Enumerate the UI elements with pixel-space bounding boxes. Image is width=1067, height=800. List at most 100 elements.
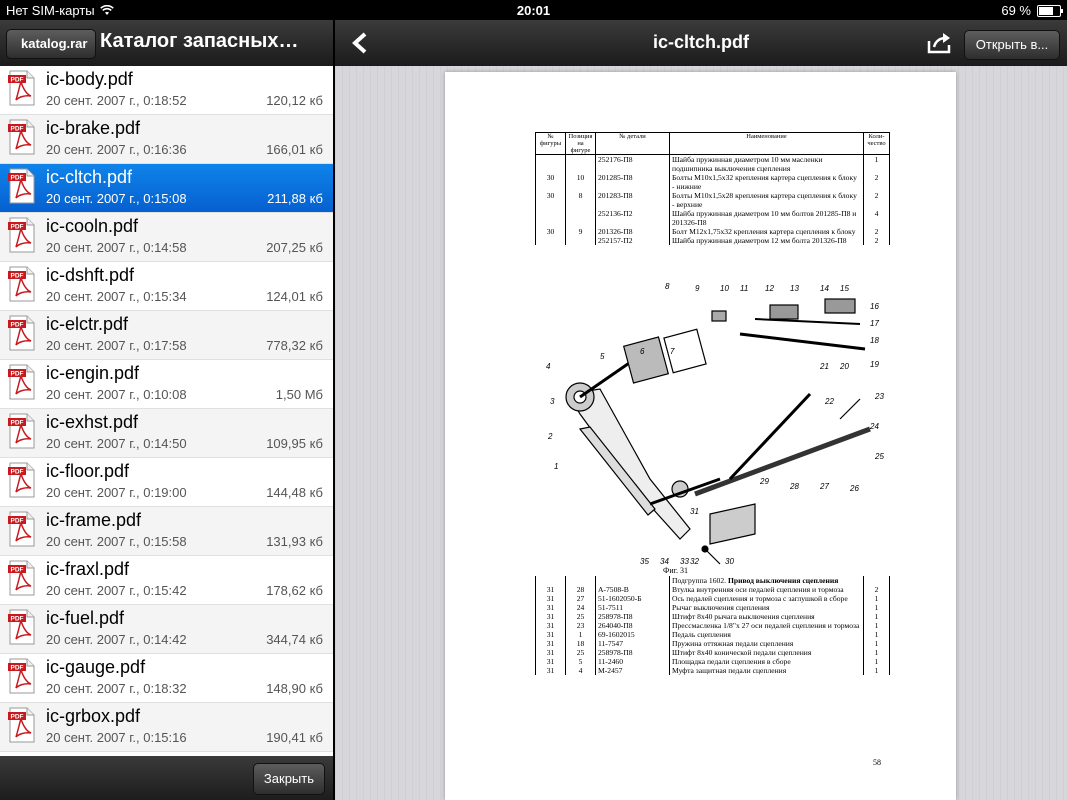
table-row: 31 25 258978-П8 Штифт 8х40 рычага выключени…	[535, 612, 890, 621]
table-cell: 258978-П8	[595, 648, 670, 657]
figure-callout-number: 7	[670, 347, 675, 356]
file-row[interactable]: PDF ic-frame.pdf 20 сент. 2007 г., 0:15:58…	[0, 507, 333, 556]
file-row[interactable]: PDF ic-gauge.pdf 20 сент. 2007 г., 0:18:32…	[0, 654, 333, 703]
figure-callout-number: 33	[680, 557, 689, 566]
clock: 20:01	[516, 3, 551, 18]
table-cell: 31	[535, 639, 566, 648]
file-date: 20 сент. 2007 г., 0:15:34	[46, 289, 187, 304]
table-cell: 4	[863, 209, 890, 227]
file-row[interactable]: PDF ic-exhst.pdf 20 сент. 2007 г., 0:14:50…	[0, 409, 333, 458]
table-cell: 2	[863, 191, 890, 209]
pdf-page[interactable]: № фигуры Позиция на фигуре № детали Наимено…	[445, 72, 956, 800]
file-size: 207,25 кб	[266, 240, 323, 255]
figure-callout-number: 22	[824, 397, 834, 406]
table-cell: 1	[863, 603, 890, 612]
file-size: 124,01 кб	[266, 289, 323, 304]
figure-callout-number: 13	[790, 284, 799, 293]
table-cell: 31	[535, 657, 566, 666]
table-cell: 2	[863, 173, 890, 191]
parts-table-top: № фигуры Позиция на фигуре № детали Наимено…	[535, 132, 890, 245]
file-name: ic-fraxl.pdf	[46, 559, 130, 579]
table-cell: Штифт 8х40 конической педали сцепления	[669, 648, 864, 657]
table-header-cell: Коли-чество	[863, 132, 890, 155]
table-cell: 4	[565, 666, 596, 675]
file-row[interactable]: PDF ic-dshft.pdf 20 сент. 2007 г., 0:15:34…	[0, 262, 333, 311]
document-title: ic-cltch.pdf	[652, 32, 749, 52]
table-cell: 1	[863, 630, 890, 639]
figure-callout-number: 1	[554, 462, 558, 471]
table-cell: Пружина оттяжная педали сцепления	[669, 639, 864, 648]
table-cell: 264040-П8	[595, 621, 670, 630]
figure-callout-number: 29	[759, 477, 769, 486]
file-size: 778,32 кб	[266, 338, 323, 353]
file-name: ic-engin.pdf	[46, 363, 140, 383]
back-button[interactable]: katalog.rar	[6, 29, 97, 59]
file-row[interactable]: PDF ic-fraxl.pdf 20 сент. 2007 г., 0:15:42…	[0, 556, 333, 605]
table-cell: Площадка педали сцепления в сборе	[669, 657, 864, 666]
table-cell	[535, 154, 566, 173]
pdf-file-icon: PDF	[8, 511, 35, 547]
file-row[interactable]: PDF ic-elctr.pdf 20 сент. 2007 г., 0:17:58…	[0, 311, 333, 360]
figure-callout-number: 21	[819, 362, 829, 371]
file-size: 166,01 кб	[266, 142, 323, 157]
table-cell: М-2457	[595, 666, 670, 675]
figure-callout-number: 31	[690, 507, 699, 516]
table-row: 252136-П2 Шайба пружинная диаметром 10 мм…	[535, 209, 890, 227]
file-row[interactable]: PDF ic-grbox.pdf 20 сент. 2007 г., 0:15:16…	[0, 703, 333, 752]
table-cell: 25	[565, 612, 596, 621]
table-cell: 51-1602050-Б	[595, 594, 670, 603]
figure-callout-number: 16	[870, 302, 879, 311]
file-date: 20 сент. 2007 г., 0:10:08	[46, 387, 187, 402]
table-cell: 30	[535, 227, 566, 236]
figure-callout-number: 30	[725, 557, 734, 566]
file-row[interactable]: PDF ic-floor.pdf 20 сент. 2007 г., 0:19:00…	[0, 458, 333, 507]
table-cell: Болты М10х1,5х32 крепления картера сцепл…	[669, 173, 864, 191]
figure-callout-number: 3	[550, 397, 555, 406]
table-cell: 201285-П8	[595, 173, 670, 191]
table-cell: 8	[565, 191, 596, 209]
table-cell: 1	[863, 648, 890, 657]
table-cell: 1	[863, 639, 890, 648]
table-cell: 10	[565, 173, 596, 191]
file-row[interactable]: PDF ic-engin.pdf 20 сент. 2007 г., 0:10:08…	[0, 360, 333, 409]
figure-callout-number: 23	[874, 392, 884, 401]
file-row[interactable]: PDF ic-fuel.pdf 20 сент. 2007 г., 0:14:42 3…	[0, 605, 333, 654]
table-cell: Педаль сцепления	[669, 630, 864, 639]
table-cell: 31	[535, 666, 566, 675]
file-size: 109,95 кб	[266, 436, 323, 451]
file-date: 20 сент. 2007 г., 0:15:16	[46, 730, 187, 745]
left-navigation-bar: katalog.rar Каталог запасных…	[0, 20, 333, 66]
figure-callout-number: 17	[870, 319, 879, 328]
close-button[interactable]: Закрыть	[252, 763, 325, 795]
file-row[interactable]: PDF ic-cltch.pdf 20 сент. 2007 г., 0:15:08…	[0, 164, 333, 213]
table-cell: 23	[565, 621, 596, 630]
table-row: 31 28 А-7508-В Втулка внутренняя оси педале…	[535, 585, 890, 594]
file-name: ic-fuel.pdf	[46, 608, 125, 628]
file-size: 1,50 Мб	[275, 387, 323, 402]
table-header-cell: № детали	[595, 132, 670, 155]
pdf-file-icon: PDF	[8, 658, 35, 694]
file-row[interactable]: PDF ic-body.pdf 20 сент. 2007 г., 0:18:52 1…	[0, 66, 333, 115]
table-header-cell: № фигуры	[535, 132, 566, 155]
figure-callout-number: 6	[640, 347, 645, 356]
file-size: 344,74 кб	[266, 632, 323, 647]
open-in-button[interactable]: Открыть в...	[964, 30, 1060, 60]
table-cell: Рычаг выключения сцепления	[669, 603, 864, 612]
pdf-file-icon: PDF	[8, 315, 35, 351]
file-name: ic-frame.pdf	[46, 510, 142, 530]
file-row[interactable]: PDF ic-brake.pdf 20 сент. 2007 г., 0:16:36…	[0, 115, 333, 164]
file-row[interactable]: PDF ic-cooln.pdf 20 сент. 2007 г., 0:14:58…	[0, 213, 333, 262]
pdf-file-icon: PDF	[8, 609, 35, 645]
share-icon[interactable]	[927, 32, 953, 54]
file-date: 20 сент. 2007 г., 0:15:08	[46, 191, 187, 206]
table-cell	[565, 209, 596, 227]
file-date: 20 сент. 2007 г., 0:15:58	[46, 534, 187, 549]
file-name: ic-dshft.pdf	[46, 265, 135, 285]
figure-callout-number: 20	[839, 362, 849, 371]
figure-callout-number: 35	[640, 557, 649, 566]
table-cell: 1	[565, 630, 596, 639]
file-browser-pane: katalog.rar Каталог запасных… PDF ic-body…	[0, 20, 333, 800]
pdf-file-icon: PDF	[8, 364, 35, 400]
file-list[interactable]: PDF ic-body.pdf 20 сент. 2007 г., 0:18:52 1…	[0, 66, 333, 756]
table-cell: Болты М10х1,5х28 крепления картера сцепл…	[669, 191, 864, 209]
